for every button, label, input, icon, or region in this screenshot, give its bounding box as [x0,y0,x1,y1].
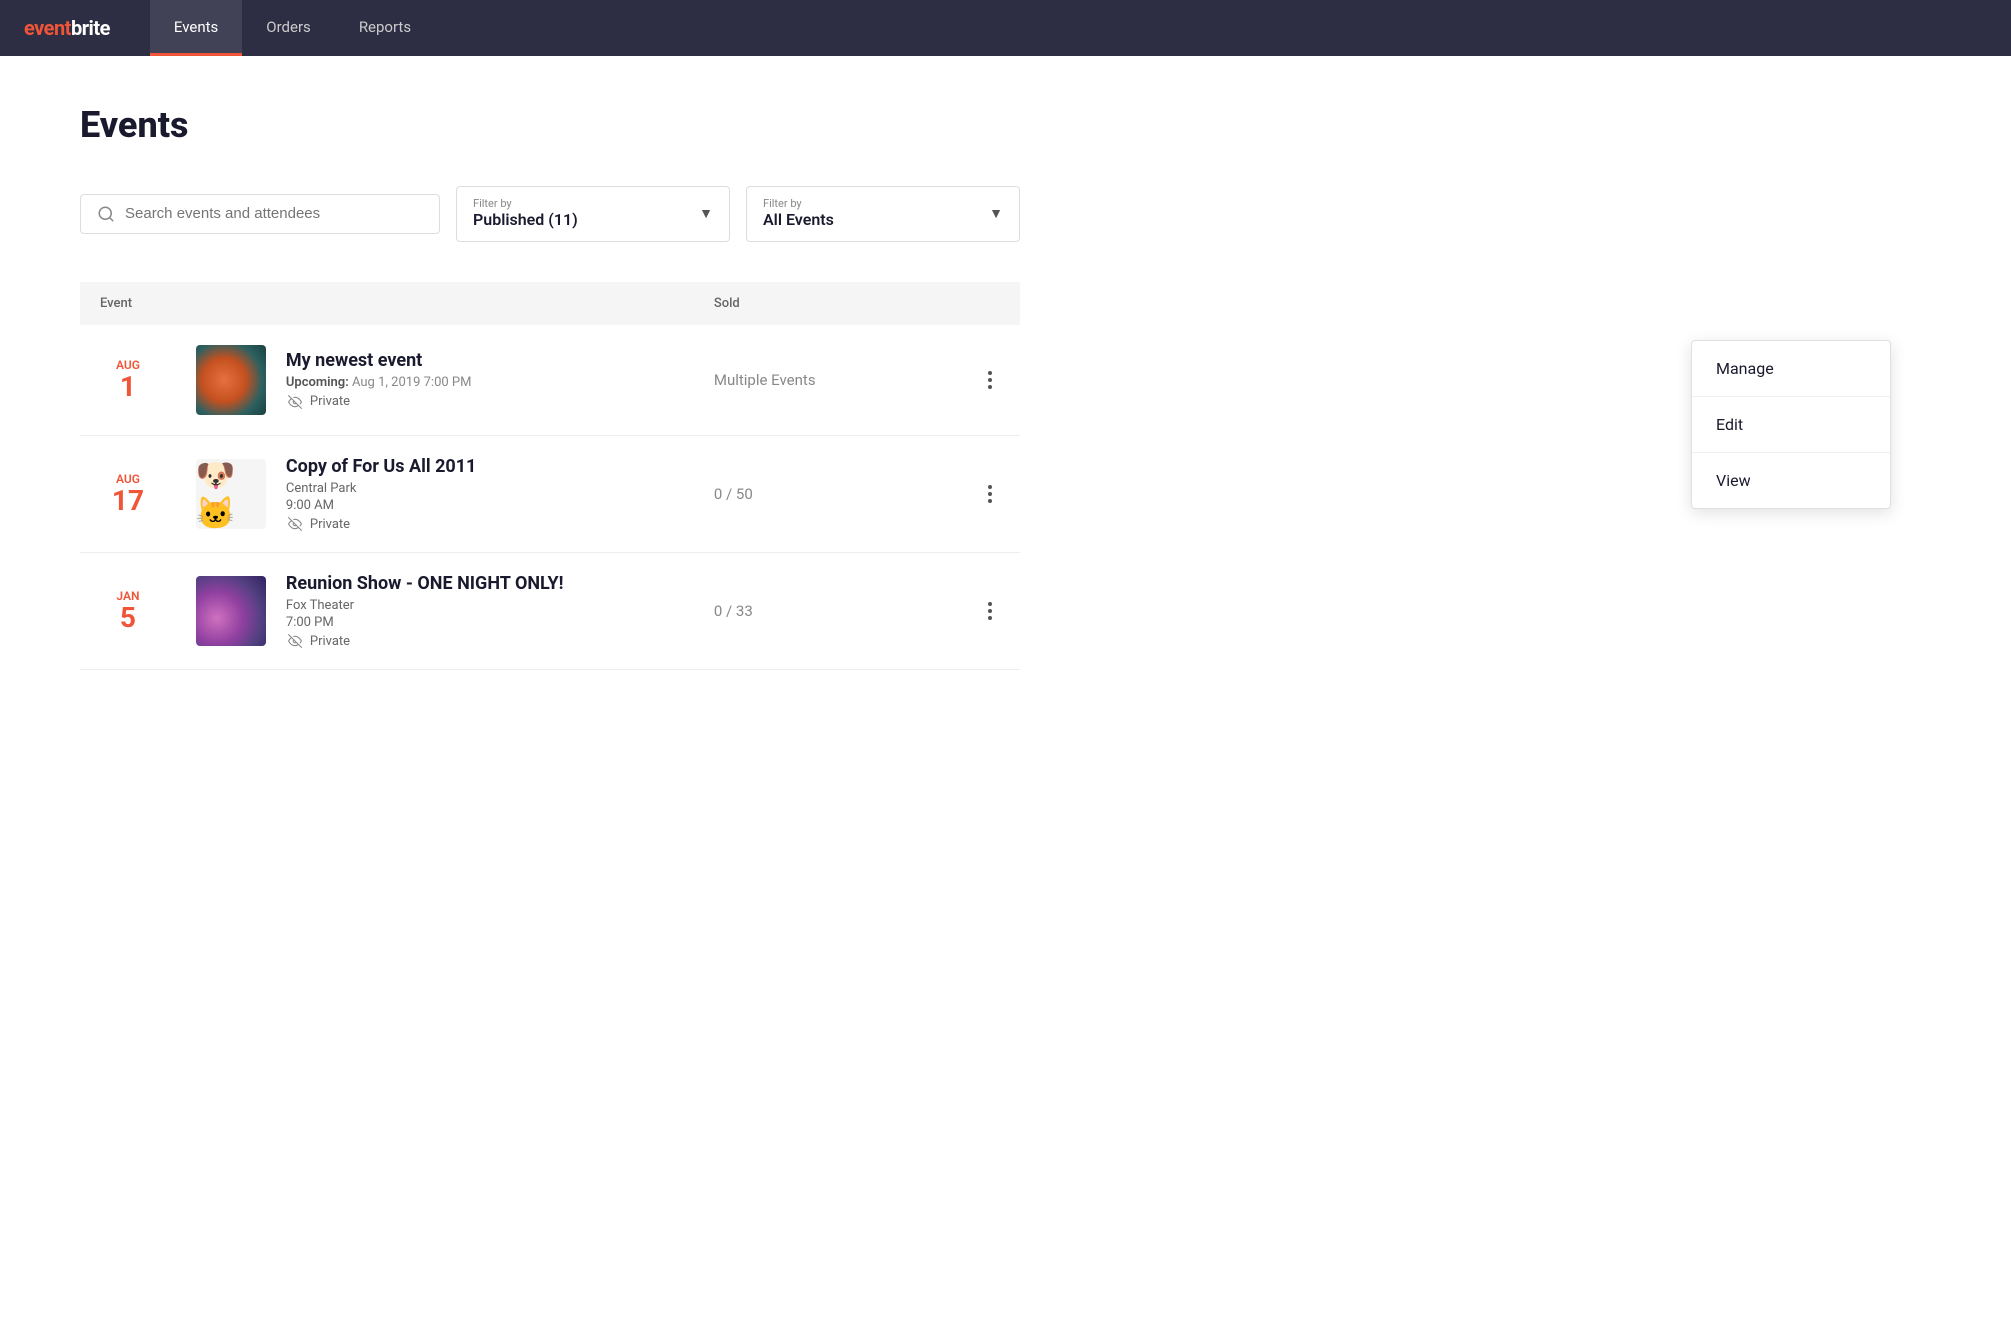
menu-item-edit[interactable]: Edit [1692,397,1890,453]
menu-item-manage[interactable]: Manage [1692,341,1890,397]
events-table: Event Sold Aug 1 My newest event Upcomin… [80,282,1020,670]
more-options-button[interactable] [980,367,1000,393]
event-info: Reunion Show - ONE NIGHT ONLY! Fox Theat… [196,573,674,649]
event-date: Aug 1 [80,325,176,436]
nav-item-events[interactable]: Events [150,0,242,56]
event-location: Central Park [286,481,674,496]
event-sold: Multiple Events [694,325,960,436]
search-box[interactable] [80,194,440,234]
private-label: Private [310,394,350,409]
event-info-cell: Reunion Show - ONE NIGHT ONLY! Fox Theat… [176,552,694,669]
more-options-button[interactable] [980,481,1000,507]
event-thumbnail: 🐶🐱 [196,459,266,529]
event-sold: 0 / 33 [694,552,960,669]
table-row: Jan 5 Reunion Show - ONE NIGHT ONLY! Fox… [80,552,1020,669]
event-details: My newest event Upcoming: Aug 1, 2019 7:… [286,350,674,409]
table-header: Event Sold [80,282,1020,325]
private-label: Private [310,634,350,649]
filters-bar: Filter by Published (11) ▼ Filter by All… [80,186,1020,242]
filter2-label: Filter by [763,197,834,210]
private-label: Private [310,517,350,532]
private-icon [286,395,304,409]
event-date: Jan 5 [80,552,176,669]
event-info: My newest event Upcoming: Aug 1, 2019 7:… [196,345,674,415]
event-day: 5 [100,603,156,634]
table-row: Aug 1 My newest event Upcoming: Aug 1, 2… [80,325,1020,436]
event-name: Reunion Show - ONE NIGHT ONLY! [286,573,674,594]
event-thumbnail [196,576,266,646]
chevron-down-icon: ▼ [989,205,1003,222]
col-actions [960,282,1020,325]
event-info-cell: My newest event Upcoming: Aug 1, 2019 7:… [176,325,694,436]
event-time: 7:00 PM [286,615,674,630]
event-actions-cell [960,552,1020,669]
nav-items: Events Orders Reports [150,0,435,56]
event-info-cell: 🐶🐱 Copy of For Us All 2011 Central Park … [176,435,694,552]
private-icon [286,634,304,648]
event-info: 🐶🐱 Copy of For Us All 2011 Central Park … [196,456,674,532]
logo[interactable]: eventbrite [24,16,110,40]
more-options-button[interactable] [980,598,1000,624]
event-name: My newest event [286,350,674,371]
event-time: 9:00 AM [286,498,674,513]
event-actions-cell [960,325,1020,436]
event-date: Aug 17 [80,435,176,552]
nav-item-reports[interactable]: Reports [335,0,435,56]
filter1-value: Published (11) [473,210,578,231]
event-actions-cell [960,435,1020,552]
event-private-badge: Private [286,394,674,409]
filter1-label: Filter by [473,197,578,210]
page-title: Events [80,104,1020,146]
menu-item-view[interactable]: View [1692,453,1890,508]
filter-published-dropdown[interactable]: Filter by Published (11) ▼ [456,186,730,242]
event-sold: 0 / 50 [694,435,960,552]
chevron-down-icon: ▼ [699,205,713,222]
private-icon [286,517,304,531]
event-private-badge: Private [286,517,674,532]
event-details: Copy of For Us All 2011 Central Park 9:0… [286,456,674,532]
event-details: Reunion Show - ONE NIGHT ONLY! Fox Theat… [286,573,674,649]
col-sold: Sold [694,282,960,325]
event-private-badge: Private [286,634,674,649]
filter-all-events-dropdown[interactable]: Filter by All Events ▼ [746,186,1020,242]
filter2-value: All Events [763,210,834,231]
event-thumbnail [196,345,266,415]
event-location: Fox Theater [286,598,674,613]
search-icon [97,205,115,223]
nav-item-orders[interactable]: Orders [242,0,335,56]
event-day: 1 [100,372,156,403]
table-row: Aug 17 🐶🐱 Copy of For Us All 2011 Centra… [80,435,1020,552]
col-event: Event [80,282,694,325]
search-input[interactable] [125,205,423,222]
event-name: Copy of For Us All 2011 [286,456,674,477]
context-menu: ManageEditView [1691,340,1891,509]
main-content: Events Filter by Published (11) ▼ Filter… [0,56,1100,718]
event-date-line: Upcoming: Aug 1, 2019 7:00 PM [286,375,674,390]
navbar: eventbrite Events Orders Reports [0,0,2011,56]
event-day: 17 [100,486,156,517]
